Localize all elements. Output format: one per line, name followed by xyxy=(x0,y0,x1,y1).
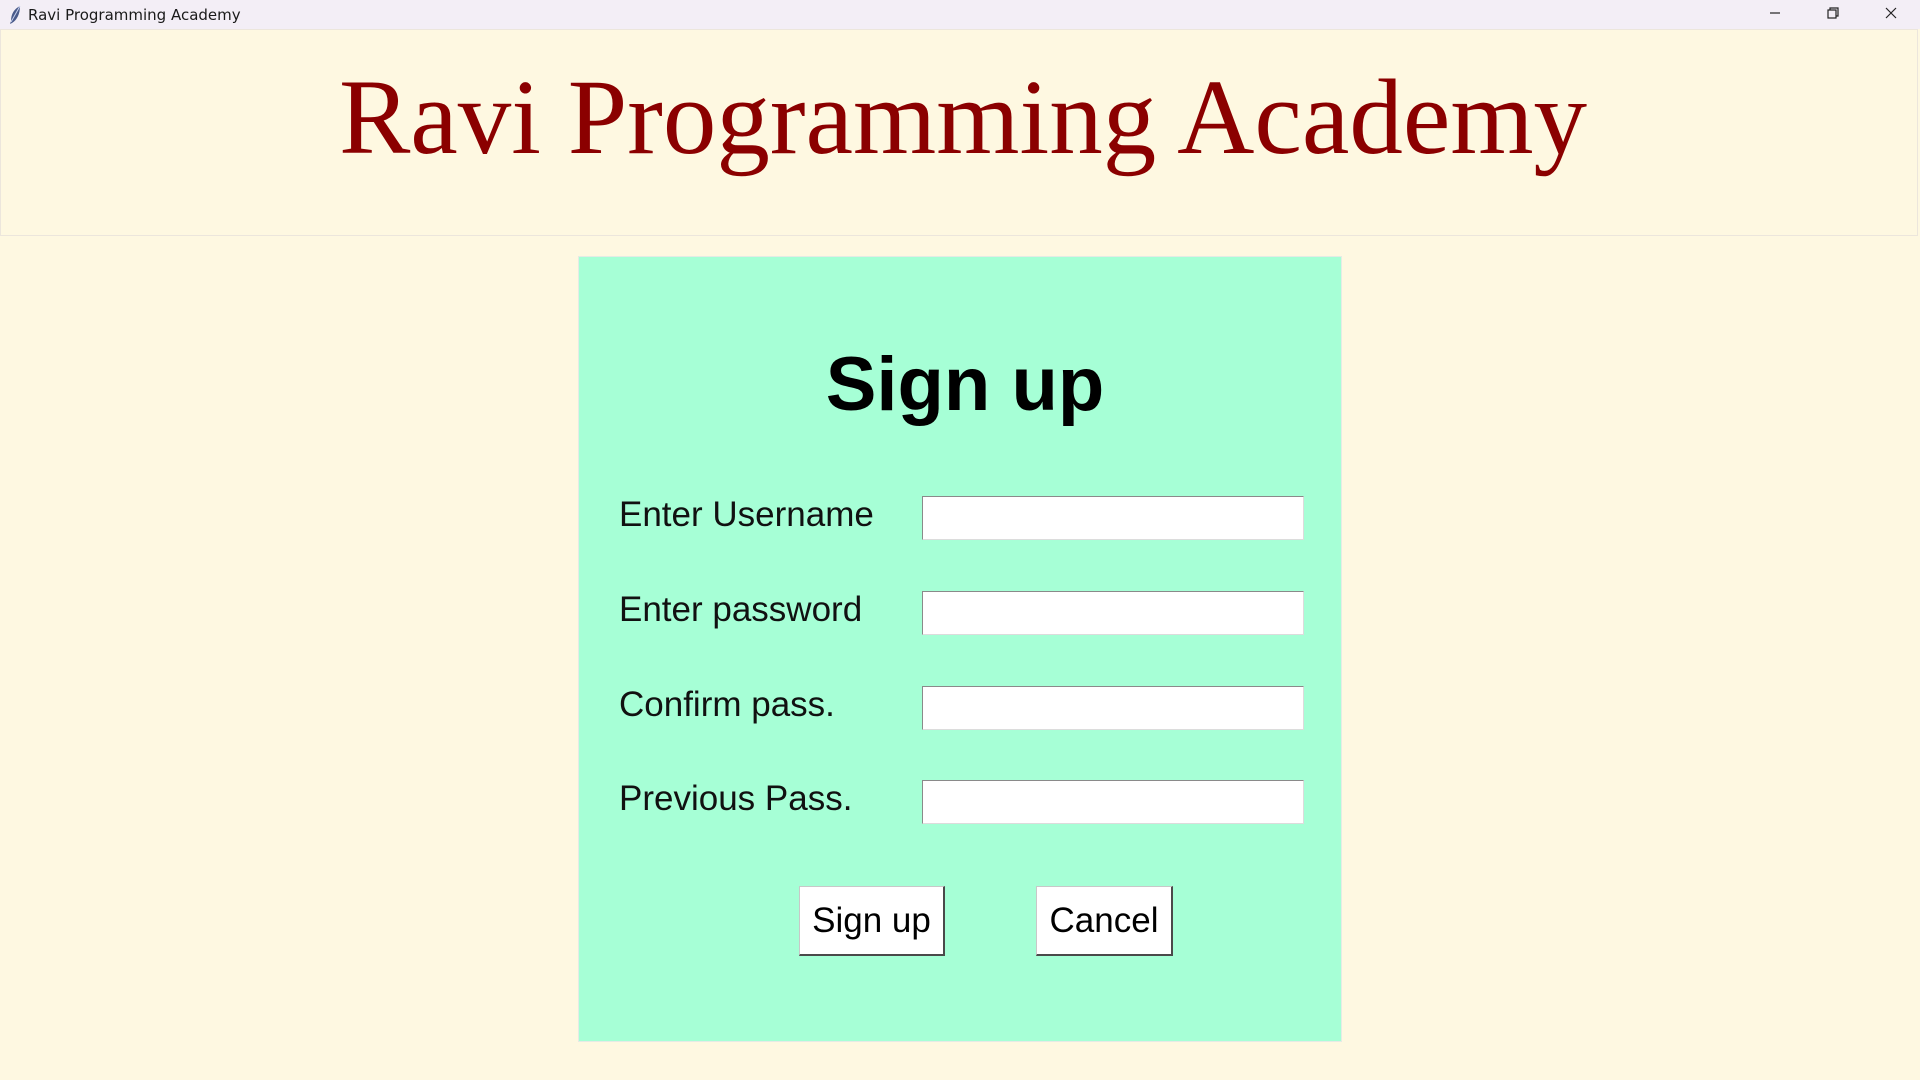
password-input[interactable] xyxy=(922,591,1304,635)
header-banner: Ravi Programming Academy xyxy=(0,29,1918,236)
close-button[interactable] xyxy=(1862,0,1920,29)
confirm-password-input[interactable] xyxy=(922,686,1304,730)
close-icon xyxy=(1885,6,1897,24)
window-titlebar: Ravi Programming Academy xyxy=(0,0,1920,29)
password-label: Enter password xyxy=(619,590,863,629)
previous-password-input[interactable] xyxy=(922,780,1304,824)
signup-button[interactable]: Sign up xyxy=(799,886,945,956)
confirm-password-label: Confirm pass. xyxy=(619,685,835,724)
minimize-icon xyxy=(1769,6,1781,24)
minimize-button[interactable] xyxy=(1746,0,1804,29)
feather-icon xyxy=(4,0,26,29)
username-label: Enter Username xyxy=(619,495,874,534)
cancel-button[interactable]: Cancel xyxy=(1036,886,1173,956)
window-controls xyxy=(1746,0,1920,29)
signup-heading: Sign up xyxy=(825,342,1105,427)
restore-button[interactable] xyxy=(1804,0,1862,29)
academy-title: Ravi Programming Academy xyxy=(338,59,1588,177)
username-input[interactable] xyxy=(922,496,1304,540)
previous-password-label: Previous Pass. xyxy=(619,779,853,818)
window-title: Ravi Programming Academy xyxy=(28,5,241,24)
restore-icon xyxy=(1827,6,1839,24)
signup-card: Sign up Enter Username Enter password Co… xyxy=(578,256,1342,1042)
